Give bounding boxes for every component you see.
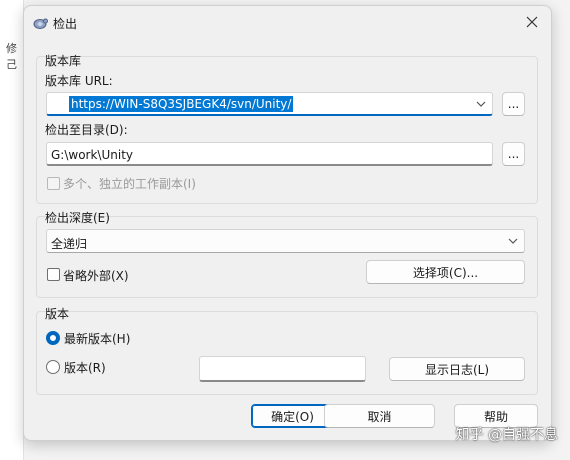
tortoise-icon <box>32 15 48 31</box>
show-log-button[interactable]: 显示日志(L) <box>389 357 525 381</box>
depth-dropdown[interactable]: 全递归 <box>46 229 525 253</box>
watermark: 知乎 @自强不息 <box>455 427 558 443</box>
choose-items-button[interactable]: 选择项(C)... <box>366 260 525 284</box>
repository-url-label: 版本库 URL: <box>45 74 113 88</box>
window-title: 检出 <box>53 17 78 31</box>
specific-revision-radio[interactable] <box>46 360 60 374</box>
multiple-copies-checkbox[interactable] <box>47 177 60 190</box>
revision-group <box>36 311 538 395</box>
revision-group-title: 版本 <box>45 307 70 321</box>
checkout-directory-label: 检出至目录(D): <box>45 123 128 137</box>
checkout-directory-field[interactable]: G:\work\Unity <box>46 142 493 166</box>
title-bar[interactable]: 检出 <box>24 6 551 40</box>
background-window: 修己 <box>0 0 24 460</box>
depth-selected-value: 全递归 <box>51 237 88 251</box>
chevron-down-icon[interactable] <box>506 234 520 251</box>
background-text: 修己 <box>6 42 17 71</box>
omit-externals-label: 省略外部(X) <box>63 269 129 283</box>
cancel-button[interactable]: 取消 <box>324 404 435 428</box>
multiple-copies-label: 多个、独立的工作副本(I) <box>63 177 196 191</box>
omit-externals-checkbox[interactable] <box>47 268 60 281</box>
checkout-directory-value[interactable]: G:\work\Unity <box>51 148 133 162</box>
close-icon <box>526 16 538 31</box>
head-revision-radio[interactable] <box>46 331 60 345</box>
repository-browse-button[interactable]: ... <box>502 92 525 116</box>
revision-number-field[interactable] <box>199 356 366 382</box>
chevron-down-icon[interactable] <box>474 97 488 114</box>
repository-url-combobox[interactable]: https://WIN-S8Q3SJBEGK4/svn/Unity/ <box>46 92 493 116</box>
depth-group-title: 检出深度(E) <box>45 211 110 225</box>
ok-button[interactable]: 确定(O) <box>251 404 334 428</box>
repository-url-value[interactable]: https://WIN-S8Q3SJBEGK4/svn/Unity/ <box>69 96 294 112</box>
repository-group-title: 版本库 <box>45 54 82 68</box>
head-revision-label: 最新版本(H) <box>64 332 131 346</box>
checkout-dialog: 检出 版本库 版本库 URL: https://WIN-S8Q3SJBEGK4/… <box>23 5 552 441</box>
directory-browse-button[interactable]: ... <box>502 142 525 166</box>
close-button[interactable] <box>519 11 545 35</box>
specific-revision-label: 版本(R) <box>64 361 106 375</box>
